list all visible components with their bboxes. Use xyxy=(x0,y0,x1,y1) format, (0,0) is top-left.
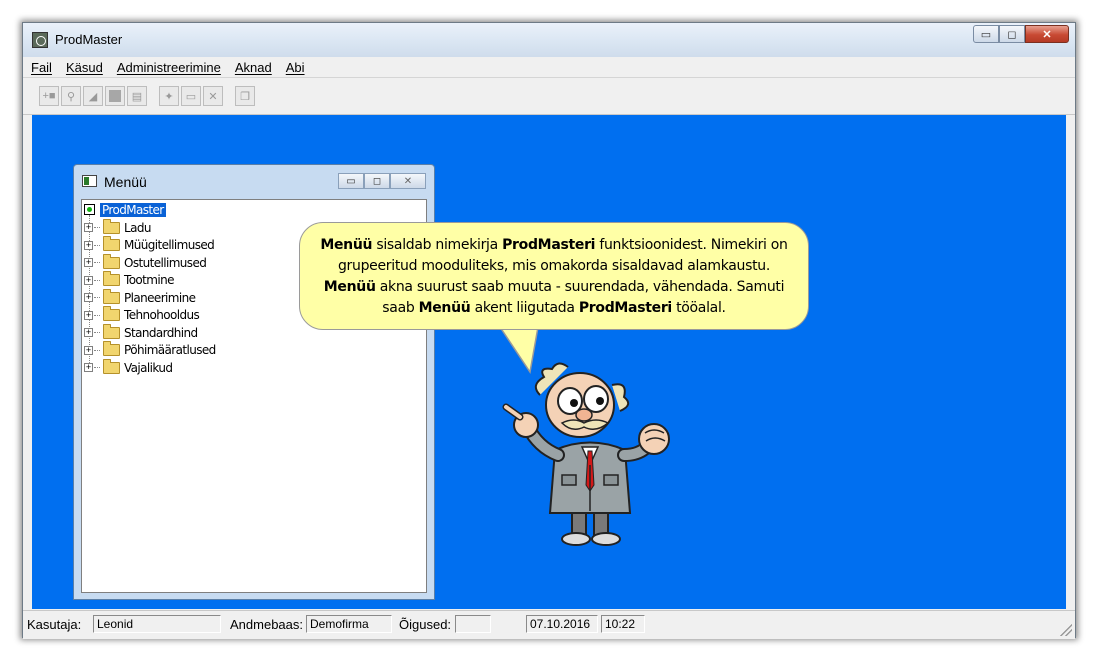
document-edit-icon[interactable]: ▤ xyxy=(127,86,147,106)
folder-icon xyxy=(103,271,120,286)
folder-icon xyxy=(103,306,120,321)
expand-icon[interactable]: + xyxy=(84,293,100,302)
database-field: Demofirma xyxy=(306,615,392,633)
rights-label: Õigused: xyxy=(399,617,452,632)
toolbar: +■ ⚲ ◢ ▤ ✦ ▭ ✕ ❐ xyxy=(23,78,1075,115)
expand-icon[interactable]: + xyxy=(84,310,100,320)
tree-item[interactable]: + Planeerimine xyxy=(84,288,196,306)
date-field: 07.10.2016 xyxy=(526,615,598,633)
bubble-bold-text: Menüü xyxy=(418,300,471,316)
bubble-bold-text: ProdMasteri xyxy=(578,300,672,316)
menu-fail[interactable]: Fail xyxy=(23,60,58,75)
expand-icon[interactable]: + xyxy=(84,328,100,337)
tree-item[interactable]: + Tehnohooldus xyxy=(84,306,200,324)
folder-icon xyxy=(103,236,120,251)
add-record-icon[interactable]: +■ xyxy=(39,86,59,106)
folder-icon xyxy=(103,323,120,339)
folder-icon xyxy=(103,218,120,234)
root-node-icon xyxy=(84,204,95,215)
folder-icon xyxy=(103,341,120,356)
expand-icon[interactable]: + xyxy=(84,275,100,285)
app-icon[interactable] xyxy=(32,32,48,48)
maximize-button[interactable]: ◻ xyxy=(999,25,1025,43)
bubble-text: akent liigutada xyxy=(470,300,579,316)
folder-icon xyxy=(103,358,120,374)
folder-icon[interactable]: ▭ xyxy=(181,86,201,106)
menu-window-minimize-button[interactable]: ▭ xyxy=(338,173,364,189)
menu-administreerimine[interactable]: Administreerimine xyxy=(109,60,227,75)
stop-icon[interactable] xyxy=(105,86,125,106)
tree-root[interactable]: ProdMaster xyxy=(84,202,166,217)
tree-item-label: Planeerimine xyxy=(124,290,196,305)
expand-icon[interactable]: + xyxy=(84,258,100,267)
bubble-text: tööalal. xyxy=(671,300,726,316)
menu-window-close-button[interactable]: ✕ xyxy=(390,173,426,189)
expand-icon[interactable]: + xyxy=(84,363,100,372)
window-title: ProdMaster xyxy=(55,32,123,47)
menu-bar: Fail Käsud Administreerimine Aknad Abi xyxy=(23,57,1075,78)
bubble-bold-text: Menüü xyxy=(320,237,373,253)
tree-item[interactable]: + Vajalikud xyxy=(84,358,173,376)
bubble-text: sisaldab nimekirja xyxy=(372,237,503,253)
folder-icon xyxy=(103,288,120,304)
tree-item-label: Ostutellimused xyxy=(124,255,207,270)
title-bar[interactable]: ProdMaster ▭ ◻ ✕ xyxy=(23,23,1075,57)
bubble-bold-text: Menüü xyxy=(323,279,376,295)
tree-item-label: Vajalikud xyxy=(124,360,173,375)
menu-aknad[interactable]: Aknad xyxy=(227,60,278,75)
binoculars-search-icon[interactable]: ⚲ xyxy=(61,86,81,106)
tree-item-label: Põhimäärat­lused xyxy=(124,343,216,357)
expand-icon[interactable]: + xyxy=(84,240,100,250)
bubble-bold-text: ProdMasteri xyxy=(502,237,596,253)
speech-bubble: Menüü sisaldab nimekirja ProdMasteri fun… xyxy=(299,222,809,330)
professor-mascot xyxy=(502,362,670,546)
tree-item-label: Ladu xyxy=(124,220,151,235)
tree-item[interactable]: + Ostutellimused xyxy=(84,253,207,271)
resize-grip-icon[interactable] xyxy=(1060,624,1072,636)
expand-icon[interactable]: + xyxy=(84,345,100,355)
user-field: Leonid xyxy=(93,615,221,633)
tree-item[interactable]: + Tootmine xyxy=(84,271,175,289)
tree-item[interactable]: + Standardhind xyxy=(84,323,198,341)
tree-root-label: ProdMaster xyxy=(100,202,166,217)
tree-item-label: Tehnohooldus xyxy=(124,308,200,322)
rights-field xyxy=(455,615,491,633)
time-field: 10:22 xyxy=(601,615,645,633)
menu-abi[interactable]: Abi xyxy=(278,60,311,75)
eraser-icon[interactable]: ◢ xyxy=(83,86,103,106)
minimize-button[interactable]: ▭ xyxy=(973,25,999,43)
new-folder-icon[interactable]: ✦ xyxy=(159,86,179,106)
menu-kasud[interactable]: Käsud xyxy=(58,60,109,75)
database-label: Andmebaas: xyxy=(230,617,303,632)
delete-icon[interactable]: ✕ xyxy=(203,86,223,106)
tree-item-label: Tootmine xyxy=(124,273,175,287)
expand-icon[interactable]: + xyxy=(84,223,100,232)
tree-item[interactable]: + Müügitellimused xyxy=(84,236,215,254)
tree-item[interactable]: + Põhimäärat­lused xyxy=(84,341,216,359)
menu-window-maximize-button[interactable]: ◻ xyxy=(364,173,390,189)
folder-icon xyxy=(103,253,120,269)
close-button[interactable]: ✕ xyxy=(1025,25,1069,43)
menu-window-title: Menüü xyxy=(104,174,147,190)
window-controls: ▭ ◻ ✕ xyxy=(973,25,1069,45)
tree-item-label: Standardhind xyxy=(124,325,198,340)
user-label: Kasutaja: xyxy=(27,617,82,632)
status-bar: Kasutaja: Leonid Andmebaas: Demofirma Õi… xyxy=(23,610,1075,639)
menu-window-icon[interactable] xyxy=(82,175,97,187)
menu-window-controls: ▭ ◻ ✕ xyxy=(338,173,426,189)
copy-icon[interactable]: ❐ xyxy=(235,86,255,106)
tree-item-label: Müügitellimused xyxy=(124,238,215,252)
tree-item[interactable]: + Ladu xyxy=(84,218,151,236)
